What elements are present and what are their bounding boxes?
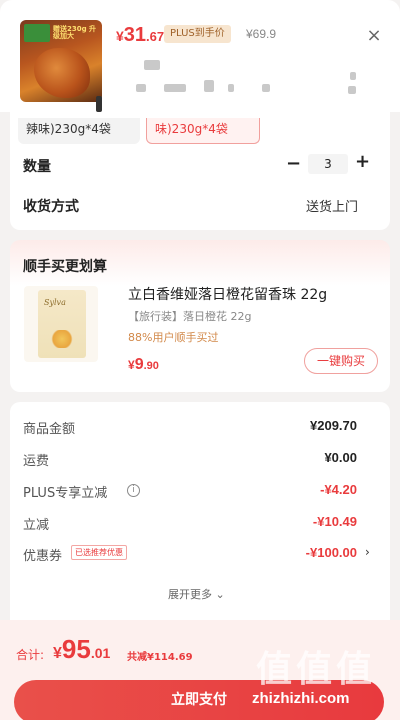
addon-price-integer: 9 bbox=[134, 356, 144, 373]
redacted-text bbox=[348, 86, 356, 94]
redacted-text bbox=[204, 80, 214, 92]
expand-more-link[interactable]: 展开更多 ⌄ bbox=[168, 586, 225, 602]
summary-value-discount: -¥10.49 bbox=[312, 514, 357, 529]
addon-product-spec: 【旅行装】落日橙花 22g bbox=[128, 310, 252, 323]
summary-label-shipping: 运费 bbox=[23, 454, 50, 469]
product-price: ¥31.67 bbox=[116, 24, 164, 47]
product-header: 赠送230g 升级加大 ¥31.67 PLUS到手价 ¥69.9 × bbox=[0, 0, 400, 112]
quantity-plus-button[interactable]: + bbox=[355, 151, 370, 172]
price-integer: 31 bbox=[123, 24, 147, 46]
chevron-right-icon[interactable]: › bbox=[365, 545, 370, 559]
thumb-green-tag bbox=[24, 24, 50, 42]
product-image-shape bbox=[34, 48, 90, 98]
summary-label-plus: PLUS专享立减 bbox=[23, 486, 108, 501]
price-decimal: .67 bbox=[146, 29, 165, 44]
summary-label-coupon: 优惠券 bbox=[23, 549, 63, 564]
redacted-text bbox=[96, 96, 102, 112]
price-symbol: ¥ bbox=[116, 28, 124, 44]
total-discount: 共减¥114.69 bbox=[127, 652, 193, 663]
redacted-text bbox=[144, 60, 160, 70]
redacted-text bbox=[350, 72, 356, 80]
summary-label-goods: 商品金额 bbox=[23, 422, 76, 437]
total-price-decimal: .01 bbox=[90, 645, 111, 661]
total-label: 合计: bbox=[16, 648, 45, 662]
price-summary-card: 商品金额 ¥209.70 运费 ¥0.00 PLUS专享立减 i -¥4.20 … bbox=[10, 402, 390, 620]
original-price: ¥69.9 bbox=[246, 27, 277, 41]
quantity-minus-button[interactable]: − bbox=[286, 153, 301, 174]
addon-product-name[interactable]: 立白香维娅落日橙花留香珠 22g bbox=[128, 284, 327, 304]
quantity-input[interactable]: 3 bbox=[308, 154, 348, 174]
summary-value-coupon[interactable]: -¥100.00 bbox=[306, 545, 357, 560]
redacted-text bbox=[262, 84, 270, 92]
addon-pack-logo: Sylva bbox=[44, 298, 66, 307]
addon-bought-rate: 88%用户顺手买过 bbox=[128, 331, 219, 344]
summary-value-plus: -¥4.20 bbox=[320, 482, 357, 497]
quantity-label: 数量 bbox=[23, 159, 51, 175]
total-price: ¥95.01 bbox=[53, 634, 110, 665]
spec-option-selected[interactable]: 味)230g*4袋 bbox=[146, 118, 260, 144]
product-thumbnail: 赠送230g 升级加大 bbox=[20, 20, 102, 102]
summary-value-shipping: ¥0.00 bbox=[324, 450, 357, 465]
delivery-label: 收货方式 bbox=[23, 199, 79, 215]
redacted-text bbox=[164, 84, 186, 92]
thumb-promo-text: 赠送230g 升级加大 bbox=[53, 25, 97, 40]
addon-card: 顺手买更划算 Sylva 立白香维娅落日橙花留香珠 22g 【旅行装】落日橙花 … bbox=[10, 240, 390, 392]
total-price-symbol: ¥ bbox=[53, 645, 62, 662]
addon-price-decimal: .90 bbox=[143, 360, 159, 372]
coupon-recommended-tag: 已选推荐优惠 bbox=[71, 545, 127, 560]
summary-value-goods: ¥209.70 bbox=[310, 418, 357, 433]
close-icon[interactable]: × bbox=[362, 24, 386, 48]
addon-price: ¥9.90 bbox=[128, 356, 159, 374]
redacted-text bbox=[228, 84, 234, 92]
one-click-buy-button[interactable]: 一键购买 bbox=[304, 348, 378, 374]
watermark-url: zhizhizhi.com bbox=[252, 690, 350, 707]
delivery-method-value[interactable]: 送货上门 bbox=[306, 196, 358, 215]
total-price-integer: 95 bbox=[61, 634, 91, 664]
addon-price-symbol: ¥ bbox=[128, 358, 135, 372]
plus-price-badge: PLUS到手价 bbox=[164, 25, 231, 43]
spec-card: 辣味)230g*4袋 味)230g*4袋 数量 − 3 + 收货方式 送货上门 bbox=[10, 112, 390, 230]
flower-icon bbox=[50, 330, 74, 348]
watermark-logo: 值值值 bbox=[256, 649, 377, 690]
addon-title: 顺手买更划算 bbox=[23, 259, 107, 275]
redacted-text bbox=[136, 84, 146, 92]
info-icon[interactable]: i bbox=[127, 484, 140, 497]
summary-label-discount: 立减 bbox=[23, 518, 50, 533]
addon-product-image[interactable]: Sylva bbox=[24, 286, 98, 362]
spec-option[interactable]: 辣味)230g*4袋 bbox=[18, 118, 140, 144]
